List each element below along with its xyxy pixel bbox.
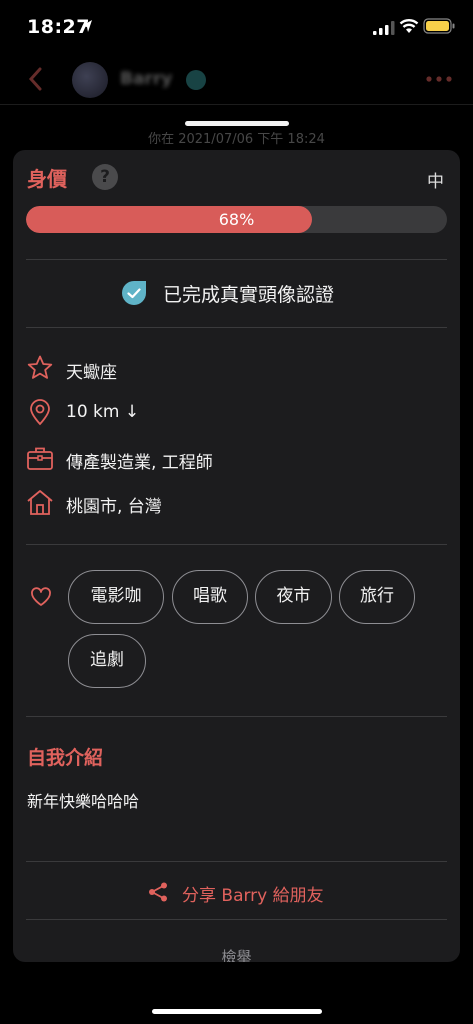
- share-icon: [149, 882, 167, 902]
- help-icon[interactable]: ?: [92, 164, 118, 190]
- divider: [26, 861, 447, 862]
- value-level: 中: [427, 172, 444, 192]
- heart-icon: [31, 587, 51, 606]
- more-options-icon[interactable]: [425, 74, 453, 84]
- chat-contact-name: Barry: [120, 69, 173, 89]
- sheet-grabber[interactable]: [185, 121, 289, 126]
- location-row: 桃園市, 台灣: [26, 488, 447, 518]
- job-row: 傳產製造業, 工程師: [26, 444, 447, 474]
- zodiac-row: 天蠍座: [26, 354, 447, 384]
- divider: [26, 716, 447, 717]
- interest-tag[interactable]: 唱歌: [172, 570, 248, 624]
- divider: [26, 544, 447, 545]
- share-button[interactable]: 分享 Barry 給朋友: [13, 878, 460, 908]
- value-progress-bar: 68%: [26, 206, 447, 233]
- report-button[interactable]: 檢舉: [13, 946, 460, 962]
- verified-small-icon: [186, 70, 206, 90]
- star-icon: [27, 355, 53, 379]
- interest-tag[interactable]: 追劇: [68, 634, 146, 688]
- divider: [26, 327, 447, 328]
- progress-label: 68%: [218, 210, 255, 229]
- job-text: 傳產製造業, 工程師: [66, 453, 213, 473]
- location-pin-icon: [30, 399, 50, 426]
- distance-row: 10 km ↓: [26, 398, 447, 428]
- message-date-stamp: 你在 2021/07/06 下午 18:24: [148, 132, 325, 147]
- interest-tag[interactable]: 電影咖: [68, 570, 164, 624]
- interest-tag[interactable]: 旅行: [339, 570, 415, 624]
- verified-badge-icon: [122, 281, 146, 305]
- distance-text: 10 km ↓: [66, 402, 140, 422]
- value-title: 身價: [27, 167, 67, 191]
- location-arrow-icon: [82, 20, 92, 32]
- location-text: 桃園市, 台灣: [66, 497, 162, 517]
- avatar[interactable]: [72, 62, 108, 98]
- divider: [26, 259, 447, 260]
- share-label: 分享 Barry 給朋友: [182, 886, 324, 906]
- chat-header: Barry: [0, 56, 473, 104]
- battery-icon: [423, 18, 455, 34]
- status-bar: 18:27: [0, 0, 473, 56]
- intro-text: 新年快樂哈哈哈: [27, 792, 140, 811]
- zodiac-text: 天蠍座: [66, 363, 117, 383]
- header-divider: [0, 104, 473, 105]
- divider: [26, 919, 447, 920]
- wifi-icon: [399, 19, 419, 33]
- interest-tag[interactable]: 夜市: [255, 570, 332, 624]
- verification-text: 已完成真實頭像認證: [163, 284, 335, 306]
- profile-card: 身價 ? 中 68% 已完成真實頭像認證 天蠍座 10 km ↓ 傳產製造業, …: [13, 150, 460, 962]
- signal-icon: [373, 21, 395, 35]
- back-chevron-icon[interactable]: [27, 66, 43, 92]
- intro-title: 自我介紹: [27, 747, 104, 769]
- briefcase-icon: [27, 447, 53, 470]
- home-indicator: [152, 1009, 322, 1014]
- verification-row: 已完成真實頭像認證: [13, 278, 460, 310]
- home-icon: [27, 490, 53, 515]
